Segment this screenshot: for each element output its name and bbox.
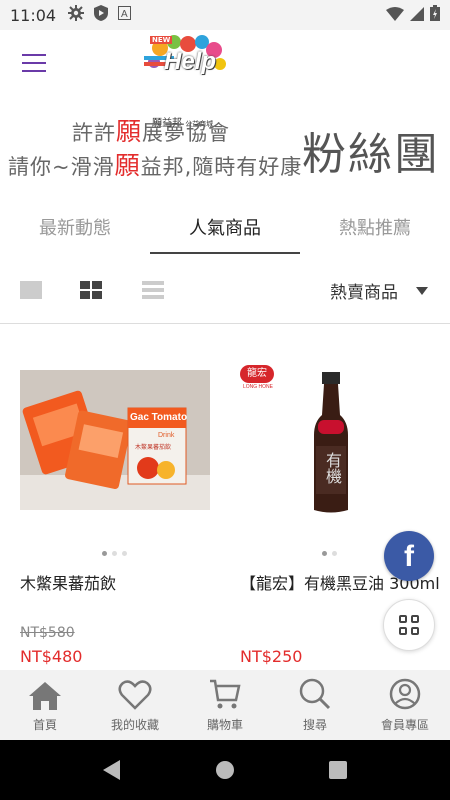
tab-popular-products[interactable]: 人氣商品 (150, 200, 300, 256)
menu-button[interactable] (22, 54, 46, 74)
package-chinese-name: 木鱉果蕃茄飲 (135, 444, 172, 451)
bottle-label: 有機 (323, 452, 342, 484)
grid-cell (92, 291, 102, 299)
home-circle-icon[interactable] (216, 761, 234, 779)
signal-icon (410, 6, 424, 25)
sale-price: NT$480 (20, 647, 83, 666)
nav-home[interactable]: 首頁 (0, 670, 90, 740)
heart-icon (90, 670, 180, 710)
cart-icon (180, 670, 270, 710)
help-logo[interactable]: NEW Help (140, 34, 230, 100)
package-subtitle: Drink (158, 432, 175, 439)
image-pager (102, 551, 127, 556)
system-navigation-bar (0, 740, 450, 800)
original-price: NT$580 (20, 625, 75, 641)
sort-label: 熱賣商品 (330, 283, 398, 303)
category-tabs: 最新動態 人氣商品 熱點推薦 (0, 200, 450, 256)
app-header: NEW Help 願益邦 公益商城 (0, 30, 450, 129)
tab-latest-news[interactable]: 最新動態 (0, 200, 150, 256)
pager-dot (102, 551, 107, 556)
menu-line (22, 70, 46, 72)
back-icon[interactable] (103, 760, 120, 780)
menu-line (22, 54, 46, 56)
a-icon: A (118, 6, 132, 24)
nav-member[interactable]: 會員專區 (360, 670, 450, 740)
nav-label: 搜尋 (302, 718, 327, 732)
app-screen: 11:04 A NEW Help 願益邦 公益商城 許許願展夢協會 請你~滑滑願… (0, 0, 450, 800)
banner-highlight: 願 (114, 151, 141, 180)
nav-search[interactable]: 搜尋 (270, 670, 360, 740)
grid-view-button[interactable] (80, 281, 102, 299)
nav-cart[interactable]: 購物車 (180, 670, 270, 740)
banner-text: 益邦,隨時有好康 (140, 155, 303, 179)
banner-text: 請你~滑滑 (8, 155, 115, 179)
product-card[interactable]: Gac Tomato Drink 木鱉果蕃茄飲 木鱉果蕃茄飲 NT$580 NT… (20, 325, 230, 670)
product-image[interactable]: 龍宏 LONG HONE 有機 (240, 360, 430, 520)
status-time: 11:04 (10, 5, 57, 25)
grid-cell (80, 291, 90, 299)
grid-cell (80, 281, 90, 289)
banner-line-2: 請你~滑滑願益邦,隨時有好康 (8, 146, 302, 182)
caret-down-icon (416, 286, 428, 295)
package-title: Gac Tomato (130, 412, 188, 423)
view-toolbar: 熱賣商品 (0, 270, 450, 324)
status-right-icons (386, 5, 440, 25)
logo-word: Help (164, 48, 217, 75)
sale-price: NT$250 (240, 647, 303, 666)
fanpage-banner[interactable]: 許許願展夢協會 請你~滑滑願益邦,隨時有好康 粉絲團 (0, 110, 450, 185)
sort-dropdown[interactable]: 熱賣商品 (330, 278, 428, 303)
tab-hot-picks[interactable]: 熱點推薦 (300, 200, 450, 256)
battery-icon (430, 5, 440, 25)
banner-line-1: 許許願展夢協會 (72, 112, 230, 148)
facebook-button[interactable]: f (384, 531, 434, 581)
nav-label: 會員專區 (380, 718, 429, 732)
list-view-button[interactable] (142, 281, 164, 299)
product-grid: Gac Tomato Drink 木鱉果蕃茄飲 木鱉果蕃茄飲 NT$580 NT… (0, 325, 450, 670)
banner-text: 展夢協會 (142, 121, 231, 145)
list-line (142, 281, 164, 285)
grid-cell (92, 281, 102, 289)
fanpage-label: 粉絲團 (302, 129, 440, 180)
product-name: 木鱉果蕃茄飲 (20, 574, 117, 593)
user-icon (360, 670, 450, 710)
home-icon (0, 670, 90, 710)
nav-label: 我的收藏 (110, 718, 159, 732)
quick-menu-button[interactable] (383, 599, 435, 651)
pager-dot (112, 551, 117, 556)
recents-icon[interactable] (329, 761, 347, 779)
shield-icon (94, 5, 109, 25)
image-pager (322, 551, 337, 556)
banner-text: 許許 (72, 121, 116, 145)
pager-dot (322, 551, 327, 556)
status-bar: 11:04 A (0, 0, 450, 30)
logo-badge: NEW (150, 36, 173, 44)
banner-highlight: 願 (116, 117, 143, 146)
nav-label: 首頁 (32, 718, 57, 732)
search-icon (270, 670, 360, 710)
wifi-icon (386, 6, 404, 25)
list-line (142, 288, 164, 292)
nav-favorites[interactable]: 我的收藏 (90, 670, 180, 740)
menu-line (22, 62, 46, 64)
product-image[interactable]: Gac Tomato Drink 木鱉果蕃茄飲 (20, 370, 210, 510)
pager-dot (122, 551, 127, 556)
facebook-icon: f (404, 540, 414, 573)
pager-dot (332, 551, 337, 556)
nav-label: 購物車 (206, 718, 243, 732)
bottom-navigation: 首頁 我的收藏 購物車 搜尋 會員專區 (0, 670, 450, 740)
list-line (142, 295, 164, 299)
single-view-button[interactable] (20, 281, 42, 299)
gear-icon (68, 5, 85, 25)
svg-text:A: A (121, 9, 128, 20)
